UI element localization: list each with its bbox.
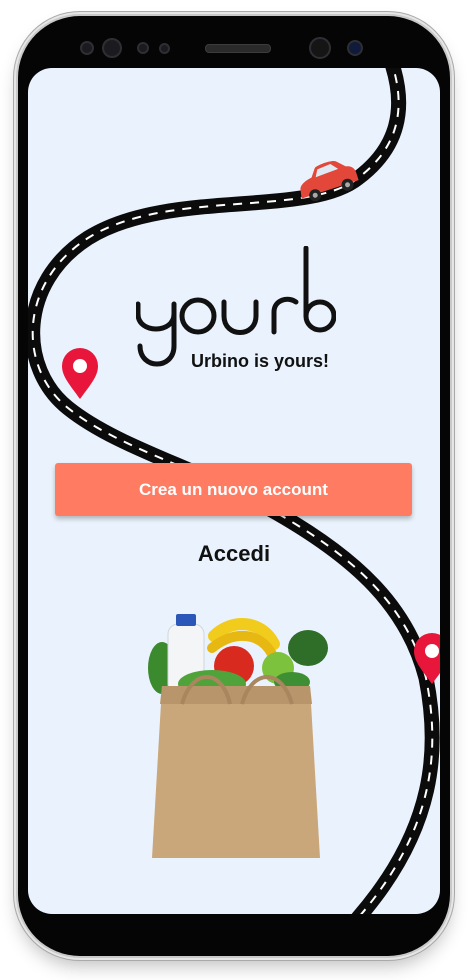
sensor-camera	[102, 38, 122, 58]
sensor-dot	[137, 42, 149, 54]
sensor-dot	[159, 43, 170, 54]
grocery-bag-illustration	[148, 614, 328, 858]
sensor-dot	[80, 41, 94, 55]
login-link[interactable]: Accedi	[28, 541, 440, 567]
create-account-button[interactable]: Crea un nuovo account	[55, 463, 412, 516]
earpiece-speaker	[205, 44, 271, 53]
map-pin-icon	[62, 348, 98, 399]
iris-sensor	[347, 40, 363, 56]
app-screen: Urbino is yours! Crea un nuovo account A…	[28, 68, 440, 914]
map-pin-icon	[414, 633, 440, 684]
front-camera	[309, 37, 331, 59]
power-button	[450, 280, 454, 356]
tagline: Urbino is yours!	[191, 351, 330, 371]
